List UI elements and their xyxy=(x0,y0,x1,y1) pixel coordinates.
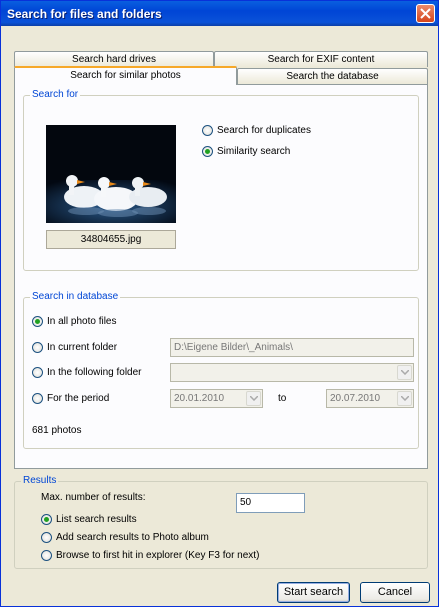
dropdown-button[interactable] xyxy=(397,391,412,406)
radio-indicator xyxy=(41,550,52,561)
radio-all-photo-files[interactable]: In all photo files xyxy=(32,316,117,327)
start-search-button[interactable]: Start search xyxy=(277,582,350,603)
search-dialog: Search for files and folders Search hard… xyxy=(0,0,439,607)
radio-following-folder[interactable]: In the following folder xyxy=(32,367,142,378)
radio-list-search-results[interactable]: List search results xyxy=(41,514,137,525)
close-icon xyxy=(420,8,431,19)
radio-indicator xyxy=(32,393,43,404)
radio-indicator xyxy=(202,146,213,157)
radio-current-folder[interactable]: In current folder xyxy=(32,342,117,353)
chevron-down-icon xyxy=(250,396,258,401)
radio-similarity-search[interactable]: Similarity search xyxy=(202,146,290,157)
period-to-date[interactable]: 20.07.2010 xyxy=(326,389,414,408)
period-from-date[interactable]: 20.01.2010 xyxy=(170,389,263,408)
results-group: Results Max. number of results: 50 List … xyxy=(14,475,428,569)
period-from-value: 20.01.2010 xyxy=(174,393,225,404)
radio-label: Search for duplicates xyxy=(217,125,311,136)
radio-for-the-period[interactable]: For the period xyxy=(32,393,109,404)
radio-label: List search results xyxy=(56,514,137,525)
search-for-group: Search for 34804655.jpg Search for dupli… xyxy=(23,89,419,271)
max-results-input[interactable]: 50 xyxy=(236,493,305,513)
title-bar[interactable]: Search for files and folders xyxy=(1,1,438,26)
cancel-button[interactable]: Cancel xyxy=(360,582,430,603)
radio-label: For the period xyxy=(47,393,110,404)
photo-count: 681 photos xyxy=(32,425,82,436)
search-in-database-group: Search in database In all photo files In… xyxy=(23,291,419,449)
photo-filename: 34804655.jpg xyxy=(46,230,176,249)
radio-browse-first-hit[interactable]: Browse to first hit in explorer (Key F3 … xyxy=(41,550,259,561)
period-to-value: 20.07.2010 xyxy=(330,393,381,404)
tab-search-similar-photos[interactable]: Search for similar photos xyxy=(14,66,237,85)
radio-indicator xyxy=(41,514,52,525)
radio-label: Similarity search xyxy=(217,146,291,157)
chevron-down-icon xyxy=(401,370,409,375)
radio-label: Browse to first hit in explorer (Key F3 … xyxy=(56,550,260,561)
reference-photo xyxy=(46,125,176,223)
radio-indicator xyxy=(202,125,213,136)
tab-search-database[interactable]: Search the database xyxy=(237,68,428,84)
radio-indicator xyxy=(41,532,52,543)
radio-search-duplicates[interactable]: Search for duplicates xyxy=(202,125,311,136)
tab-panel: Search for 34804655.jpg Search for dupli… xyxy=(14,84,428,469)
radio-label: In all photo files xyxy=(47,316,117,327)
radio-add-to-photo-album[interactable]: Add search results to Photo album xyxy=(41,532,209,543)
search-for-legend: Search for xyxy=(30,89,81,100)
radio-indicator xyxy=(32,342,43,353)
tab-search-exif[interactable]: Search for EXIF content xyxy=(214,51,428,67)
radio-indicator xyxy=(32,367,43,378)
radio-label: In current folder xyxy=(47,342,118,353)
period-to-label: to xyxy=(278,393,287,404)
results-legend: Results xyxy=(21,475,59,486)
chevron-down-icon xyxy=(401,396,409,401)
search-in-database-legend: Search in database xyxy=(30,291,121,302)
radio-indicator xyxy=(32,316,43,327)
following-folder-select[interactable] xyxy=(170,363,414,382)
dropdown-button[interactable] xyxy=(397,365,412,380)
window-title: Search for files and folders xyxy=(7,7,162,21)
current-folder-path-field: D:\Eigene Bilder\_Animals\ xyxy=(170,338,414,357)
close-button[interactable] xyxy=(416,4,435,23)
radio-label: In the following folder xyxy=(47,367,142,378)
radio-label: Add search results to Photo album xyxy=(56,532,209,543)
dropdown-button[interactable] xyxy=(246,391,261,406)
max-results-label: Max. number of results: xyxy=(41,492,146,503)
tab-search-hard-drives[interactable]: Search hard drives xyxy=(14,51,214,67)
